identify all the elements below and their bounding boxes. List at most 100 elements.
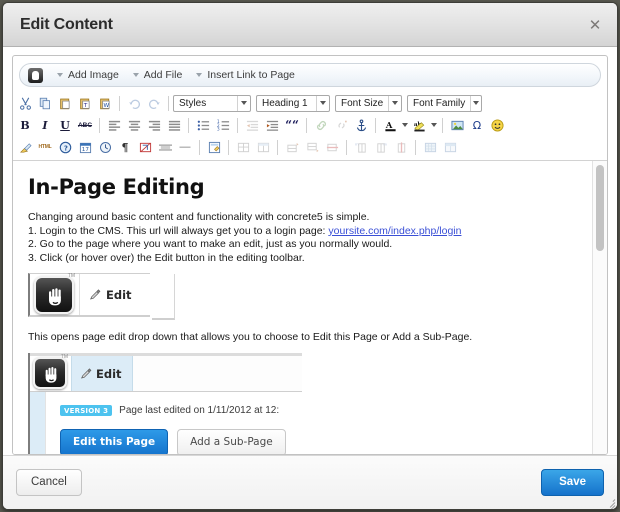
- step-1-text: 1. Login to the CMS. This url will alway…: [28, 224, 329, 237]
- font-size-select[interactable]: Font Size: [335, 94, 402, 112]
- italic-icon[interactable]: I: [35, 116, 55, 135]
- insert-row-after-icon[interactable]: [302, 138, 322, 157]
- insert-row-before-icon[interactable]: [282, 138, 302, 157]
- toolbar-separator: [306, 117, 307, 133]
- edit-content-dialog: Edit Content ✕ Add Image Add File Insert…: [2, 2, 618, 510]
- numbered-list-icon[interactable]: 123: [213, 116, 233, 135]
- paste-from-word-icon[interactable]: W: [95, 94, 115, 113]
- svg-text:m: m: [355, 142, 359, 146]
- bold-icon[interactable]: B: [15, 116, 35, 135]
- resize-grip-icon[interactable]: [603, 496, 616, 509]
- show-blocks-icon[interactable]: ¶: [115, 138, 135, 157]
- about-icon[interactable]: ?: [55, 138, 75, 157]
- align-left-icon[interactable]: [104, 116, 124, 135]
- close-icon[interactable]: ✕: [586, 16, 604, 34]
- chevron-down-icon: [316, 95, 329, 111]
- insert-time-icon[interactable]: [95, 138, 115, 157]
- trademark-label: TM: [60, 354, 68, 360]
- insert-column-after-icon[interactable]: m: [371, 138, 391, 157]
- underline-icon[interactable]: U: [55, 116, 75, 135]
- login-url-link[interactable]: yoursite.com/index.php/login: [328, 225, 461, 237]
- delete-row-icon[interactable]: [322, 138, 342, 157]
- svg-text:17: 17: [81, 147, 89, 153]
- content-scrollbar[interactable]: [592, 161, 607, 454]
- styles-select[interactable]: Styles: [173, 94, 251, 112]
- svg-text:?: ?: [63, 144, 67, 152]
- edit-menu-item-active[interactable]: Edit: [71, 356, 133, 391]
- align-right-icon[interactable]: [144, 116, 164, 135]
- anchor-icon[interactable]: [351, 116, 371, 135]
- align-center-icon[interactable]: [124, 116, 144, 135]
- decrease-indent-icon[interactable]: [242, 116, 262, 135]
- embedded-screenshot-toolbar: TM Edit: [28, 273, 175, 320]
- dropdown-left-rail: [30, 392, 46, 454]
- version-line: VERSION 3 Page last edited on 1/11/2012 …: [60, 405, 302, 416]
- paste-icon[interactable]: [55, 94, 75, 113]
- page-edit-dropdown-panel: VERSION 3 Page last edited on 1/11/2012 …: [30, 392, 302, 454]
- add-sub-page-button[interactable]: Add a Sub-Page: [177, 429, 286, 454]
- editor-content-area: In-Page Editing Changing around basic co…: [13, 161, 607, 454]
- paste-as-plain-text-icon[interactable]: T: [75, 94, 95, 113]
- add-file-button[interactable]: Add File: [132, 69, 183, 81]
- editable-document[interactable]: In-Page Editing Changing around basic co…: [13, 161, 592, 454]
- scrollbar-thumb[interactable]: [596, 165, 604, 251]
- save-button[interactable]: Save: [541, 469, 604, 496]
- background-color-icon[interactable]: ab: [409, 116, 429, 135]
- screenshot-navbar: TM Edit: [30, 354, 302, 392]
- remove-format-icon[interactable]: [15, 138, 35, 157]
- merge-cells-icon[interactable]: [420, 138, 440, 157]
- toolbar-separator: [237, 117, 238, 133]
- split-cell-icon[interactable]: [440, 138, 460, 157]
- background-color-dropdown-icon[interactable]: [429, 116, 438, 135]
- image-icon[interactable]: [447, 116, 467, 135]
- font-family-select[interactable]: Font Family: [407, 94, 482, 112]
- svg-text:W: W: [103, 103, 109, 109]
- text-color-icon[interactable]: A: [380, 116, 400, 135]
- edit-this-page-button[interactable]: Edit this Page: [60, 429, 169, 454]
- cut-icon[interactable]: [15, 94, 35, 113]
- bulleted-list-icon[interactable]: [193, 116, 213, 135]
- source-html-icon[interactable]: HTML: [35, 138, 55, 157]
- insert-column-before-icon[interactable]: m: [351, 138, 371, 157]
- chevron-down-icon: [237, 95, 250, 111]
- delete-column-icon[interactable]: [391, 138, 411, 157]
- edit-menu-item[interactable]: Edit: [79, 274, 150, 315]
- dialog-body: Add Image Add File Insert Link to Page T…: [3, 47, 617, 455]
- cancel-button[interactable]: Cancel: [16, 469, 82, 496]
- unlink-icon[interactable]: [331, 116, 351, 135]
- undo-icon[interactable]: [124, 94, 144, 113]
- link-icon[interactable]: [311, 116, 331, 135]
- increase-indent-icon[interactable]: [262, 116, 282, 135]
- add-file-label: Add File: [143, 69, 183, 81]
- copy-icon[interactable]: [35, 94, 55, 113]
- status-badge: VERSION 3: [60, 405, 113, 416]
- edit-label: Edit: [96, 366, 122, 381]
- special-character-icon[interactable]: Ω: [467, 116, 487, 135]
- align-justify-icon[interactable]: [164, 116, 184, 135]
- insert-flash-icon[interactable]: [135, 138, 155, 157]
- insert-date-icon[interactable]: 17: [75, 138, 95, 157]
- text-color-dropdown-icon[interactable]: [400, 116, 409, 135]
- dropdown-button-row: Edit this Page Add a Sub-Page: [60, 429, 302, 454]
- table-properties-icon[interactable]: [253, 138, 273, 157]
- toolbar-separator: [119, 95, 120, 111]
- format-select[interactable]: Heading 1: [256, 94, 330, 112]
- toolbar-row-formatting: B I U ABC 1 2 3 ““ A ab Ω: [13, 114, 607, 136]
- smiley-icon[interactable]: [487, 116, 507, 135]
- page-break-icon[interactable]: [155, 138, 175, 157]
- insert-table-icon[interactable]: [233, 138, 253, 157]
- document-step-2: 2. Go to the page where you want to make…: [28, 238, 393, 250]
- toolbar-separator: [277, 139, 278, 155]
- add-image-button[interactable]: Add Image: [57, 69, 119, 81]
- redo-icon[interactable]: [144, 94, 164, 113]
- horizontal-rule-icon[interactable]: —: [175, 138, 195, 157]
- page-title: Edit Content: [20, 15, 113, 33]
- document-caption: This opens page edit drop down that allo…: [28, 331, 473, 343]
- document-heading: In-Page Editing: [28, 175, 205, 199]
- templates-icon[interactable]: [204, 138, 224, 157]
- blockquote-icon[interactable]: ““: [282, 116, 302, 135]
- strikethrough-icon[interactable]: ABC: [75, 116, 95, 135]
- insert-link-label: Insert Link to Page: [207, 69, 295, 81]
- format-select-value: Heading 1: [262, 97, 308, 109]
- insert-link-to-page-button[interactable]: Insert Link to Page: [196, 69, 295, 81]
